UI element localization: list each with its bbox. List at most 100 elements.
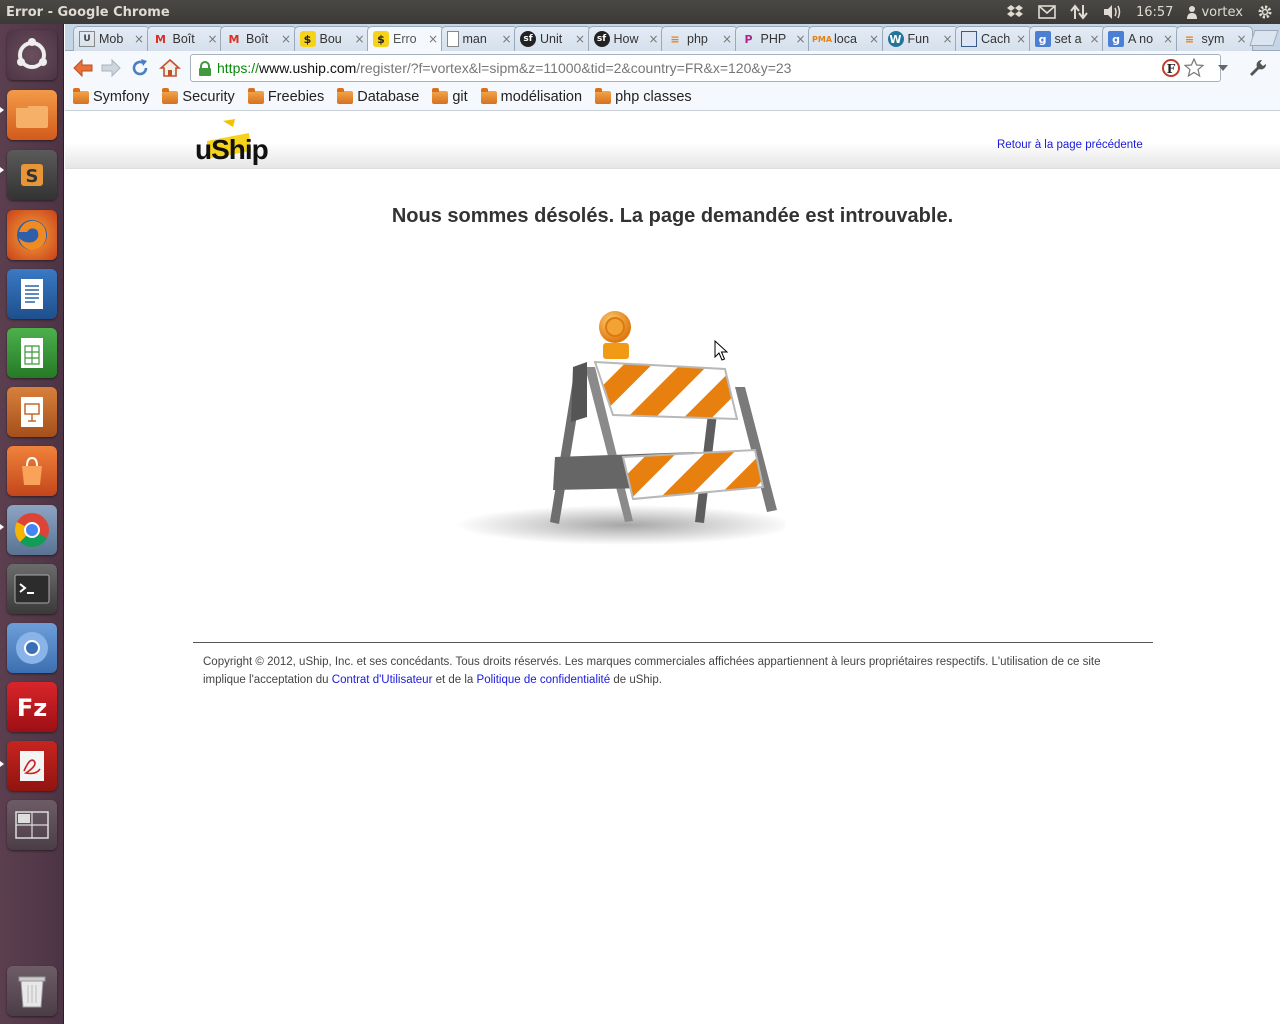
reload-button[interactable] bbox=[128, 56, 152, 80]
tab-1[interactable]: M Boît × bbox=[146, 26, 224, 51]
trash-button[interactable] bbox=[7, 966, 57, 1016]
tab-12[interactable]: Cach × bbox=[955, 26, 1032, 51]
tab-close-icon[interactable]: × bbox=[574, 32, 586, 46]
tab-8[interactable]: ≡ php × bbox=[661, 26, 738, 51]
pdf-reader-button[interactable] bbox=[7, 741, 57, 791]
user-icon bbox=[1187, 6, 1198, 19]
firefox-button[interactable] bbox=[7, 210, 57, 260]
tab-6[interactable]: sf Unit × bbox=[514, 26, 591, 51]
back-button[interactable] bbox=[71, 56, 95, 80]
tab-7[interactable]: sf How × bbox=[587, 26, 665, 51]
tab-favicon-icon: g bbox=[1108, 31, 1124, 47]
tab-close-icon[interactable]: × bbox=[1236, 32, 1248, 46]
impress-button[interactable] bbox=[7, 387, 57, 437]
tab-5[interactable]: man × bbox=[440, 26, 518, 51]
page-menu-button[interactable] bbox=[1211, 56, 1235, 80]
tab-4[interactable]: $ Erro × bbox=[367, 26, 444, 51]
forward-button[interactable] bbox=[99, 56, 123, 80]
tab-close-icon[interactable]: × bbox=[1089, 32, 1101, 46]
tab-close-icon[interactable]: × bbox=[207, 32, 219, 46]
url-text: https://www.uship.com/register/?f=vortex… bbox=[217, 60, 792, 76]
terminal-button[interactable] bbox=[7, 564, 57, 614]
bookmark-folder-symfony[interactable]: Symfony bbox=[73, 87, 149, 105]
bookmark-folder-git[interactable]: git bbox=[432, 87, 468, 105]
volume-icon[interactable] bbox=[1095, 0, 1129, 24]
clock[interactable]: 16:57 bbox=[1129, 0, 1180, 24]
tab-label: Cach bbox=[981, 32, 1011, 46]
dropdown-arrow-icon bbox=[1218, 65, 1228, 71]
footer-divider bbox=[193, 642, 1153, 643]
filezilla-icon: Fz bbox=[17, 694, 47, 722]
tab-label: Unit bbox=[540, 32, 563, 46]
chrome-button[interactable] bbox=[7, 505, 57, 555]
sublime-text-button[interactable]: S bbox=[7, 150, 57, 200]
home-button[interactable] bbox=[158, 56, 182, 80]
browser-window: U Mob × M Boît × M Boît × $ Bou × $ Erro × man × sf Unit × s… bbox=[65, 24, 1280, 1024]
user-menu[interactable]: vortex bbox=[1180, 0, 1250, 24]
tab-close-icon[interactable]: × bbox=[354, 32, 366, 46]
tab-close-icon[interactable]: × bbox=[1015, 32, 1027, 46]
tab-label: Mob bbox=[99, 32, 124, 46]
bookmark-folder-php-classes[interactable]: php classes bbox=[595, 87, 692, 105]
tab-close-icon[interactable]: × bbox=[133, 32, 145, 46]
bookmark-folder-database[interactable]: Database bbox=[337, 87, 419, 105]
tab-10[interactable]: PMA loca × bbox=[808, 26, 885, 51]
dropbox-icon[interactable] bbox=[999, 0, 1031, 24]
tab-label: Bou bbox=[319, 32, 342, 46]
tab-0[interactable]: U Mob × bbox=[73, 26, 150, 51]
tab-favicon-icon: sf bbox=[520, 31, 536, 47]
bookmark-star-icon[interactable] bbox=[1184, 58, 1204, 78]
forward-arrow-icon bbox=[101, 59, 121, 77]
back-arrow-icon bbox=[73, 59, 93, 77]
software-center-button[interactable] bbox=[7, 446, 57, 496]
uship-logo[interactable]: uShip bbox=[193, 117, 275, 167]
user-name: vortex bbox=[1201, 4, 1243, 20]
bookmark-folder-security[interactable]: Security bbox=[162, 87, 235, 105]
calc-button[interactable] bbox=[7, 328, 57, 378]
mail-icon[interactable] bbox=[1031, 0, 1063, 24]
tab-9[interactable]: P PHP × bbox=[734, 26, 812, 51]
wrench-menu-button[interactable] bbox=[1246, 56, 1270, 80]
ubuntu-dash-button[interactable] bbox=[7, 30, 57, 80]
tab-favicon-icon: ≡ bbox=[1184, 32, 1195, 46]
site-header: uShip Retour à la page précédente bbox=[65, 112, 1280, 169]
tab-close-icon[interactable]: × bbox=[1162, 32, 1174, 46]
bookmark-folder-modelisation[interactable]: modélisation bbox=[480, 87, 582, 105]
back-to-previous-page-link[interactable]: Retour à la page précédente bbox=[997, 139, 1143, 151]
tab-label: man bbox=[462, 32, 487, 46]
sublime-text-icon: S bbox=[21, 164, 43, 187]
chromium-button[interactable] bbox=[7, 623, 57, 673]
tab-11[interactable]: W Fun × bbox=[881, 26, 959, 51]
settings-gear-icon[interactable] bbox=[1250, 0, 1280, 24]
tab-close-icon[interactable]: × bbox=[280, 32, 292, 46]
tab-3[interactable]: $ Bou × bbox=[293, 26, 371, 51]
privacy-policy-link[interactable]: Politique de confidentialité bbox=[477, 674, 611, 686]
filezilla-button[interactable]: Fz bbox=[7, 682, 57, 732]
folder-icon bbox=[337, 87, 354, 104]
tab-close-icon[interactable]: × bbox=[721, 32, 733, 46]
workspace-switcher-button[interactable] bbox=[7, 800, 57, 850]
terms-of-use-link[interactable]: Contrat d'Utilisateur bbox=[332, 674, 433, 686]
writer-button[interactable] bbox=[7, 269, 57, 319]
tab-close-icon[interactable]: × bbox=[648, 32, 660, 46]
tab-close-icon[interactable]: × bbox=[427, 32, 439, 46]
extension-badge-icon[interactable]: F bbox=[1161, 58, 1181, 78]
files-button[interactable] bbox=[7, 90, 57, 140]
new-tab-button[interactable] bbox=[1249, 30, 1279, 46]
tab-13[interactable]: g set a × bbox=[1028, 26, 1106, 51]
network-icon[interactable] bbox=[1063, 0, 1095, 24]
tab-close-icon[interactable]: × bbox=[501, 32, 513, 46]
workspace-switcher-icon bbox=[15, 811, 49, 839]
tab-favicon-icon: M bbox=[155, 32, 166, 46]
tab-2[interactable]: M Boît × bbox=[220, 26, 297, 51]
tab-close-icon[interactable]: × bbox=[868, 32, 880, 46]
address-bar[interactable]: https://www.uship.com/register/?f=vortex… bbox=[190, 54, 1221, 82]
bookmark-folder-freebies[interactable]: Freebies bbox=[247, 87, 324, 105]
tab-favicon-icon: $ bbox=[299, 31, 316, 47]
tab-close-icon[interactable]: × bbox=[942, 32, 954, 46]
tab-14[interactable]: g A no × bbox=[1102, 26, 1179, 51]
tab-15[interactable]: ≡ sym × bbox=[1175, 26, 1253, 51]
tab-close-icon[interactable]: × bbox=[795, 32, 807, 46]
ubuntu-dash-icon bbox=[17, 38, 47, 69]
tab-label: Boît bbox=[246, 32, 269, 46]
